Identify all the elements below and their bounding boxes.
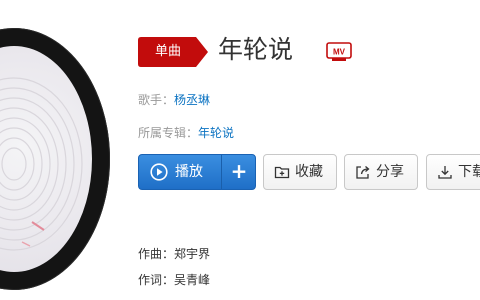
album-label: 所属专辑： — [138, 126, 199, 140]
play-button-label: 播放 — [175, 164, 203, 180]
album-art — [0, 46, 92, 272]
album-cover — [0, 28, 110, 290]
fingerprint-art — [0, 77, 83, 251]
favorite-button-label: 收藏 — [295, 164, 323, 180]
song-detail-panel: 单曲 年轮说 MV 歌手：杨丞琳 所属专辑：年轮说 播放 + 收藏 分享 下载 … — [0, 0, 480, 300]
song-title: 年轮说 — [218, 35, 294, 64]
add-to-playlist-button[interactable]: + — [222, 155, 255, 189]
album-line: 所属专辑：年轮说 — [138, 124, 234, 142]
single-badge: 单曲 — [138, 37, 208, 67]
mv-label: MV — [333, 48, 346, 57]
download-button-label: 下载 — [458, 164, 480, 180]
singer-label: 歌手： — [138, 93, 175, 107]
share-arrow-icon — [356, 166, 370, 179]
share-button[interactable]: 分享 — [344, 154, 418, 190]
singer-line: 歌手：杨丞琳 — [138, 91, 210, 109]
single-badge-label: 单曲 — [154, 44, 181, 59]
play-button-group: 播放 + — [138, 154, 256, 190]
composer-credit: 作曲：郑宇界 — [138, 247, 211, 261]
album-link[interactable]: 年轮说 — [198, 126, 234, 140]
download-button[interactable]: 下载 — [426, 154, 480, 190]
download-icon — [438, 166, 452, 179]
share-button-label: 分享 — [376, 164, 404, 180]
mv-icon[interactable]: MV — [326, 42, 352, 62]
lyricist-credit: 作词：吴青峰 — [138, 273, 211, 287]
play-circle-icon — [150, 163, 168, 181]
folder-plus-icon — [274, 166, 290, 179]
play-button[interactable]: 播放 — [139, 155, 221, 189]
singer-link[interactable]: 杨丞琳 — [174, 93, 210, 107]
favorite-button[interactable]: 收藏 — [263, 154, 337, 190]
